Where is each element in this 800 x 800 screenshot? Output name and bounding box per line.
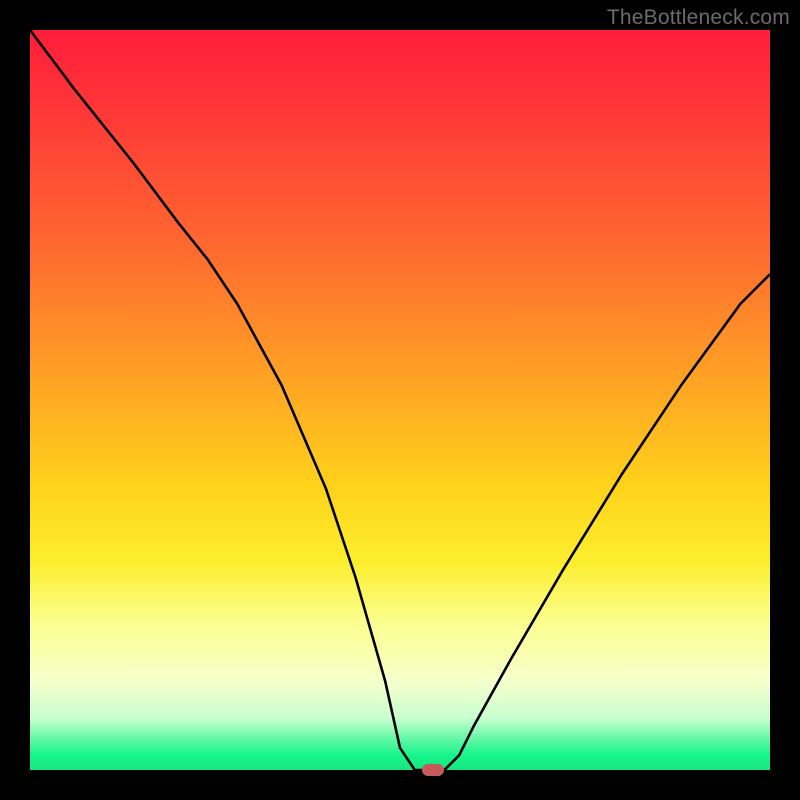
curve-svg [30,30,770,770]
plot-area [30,30,770,770]
bottleneck-curve [30,30,770,770]
minimum-marker [422,764,444,776]
watermark-text: TheBottleneck.com [607,6,790,30]
chart-frame: TheBottleneck.com [0,0,800,800]
